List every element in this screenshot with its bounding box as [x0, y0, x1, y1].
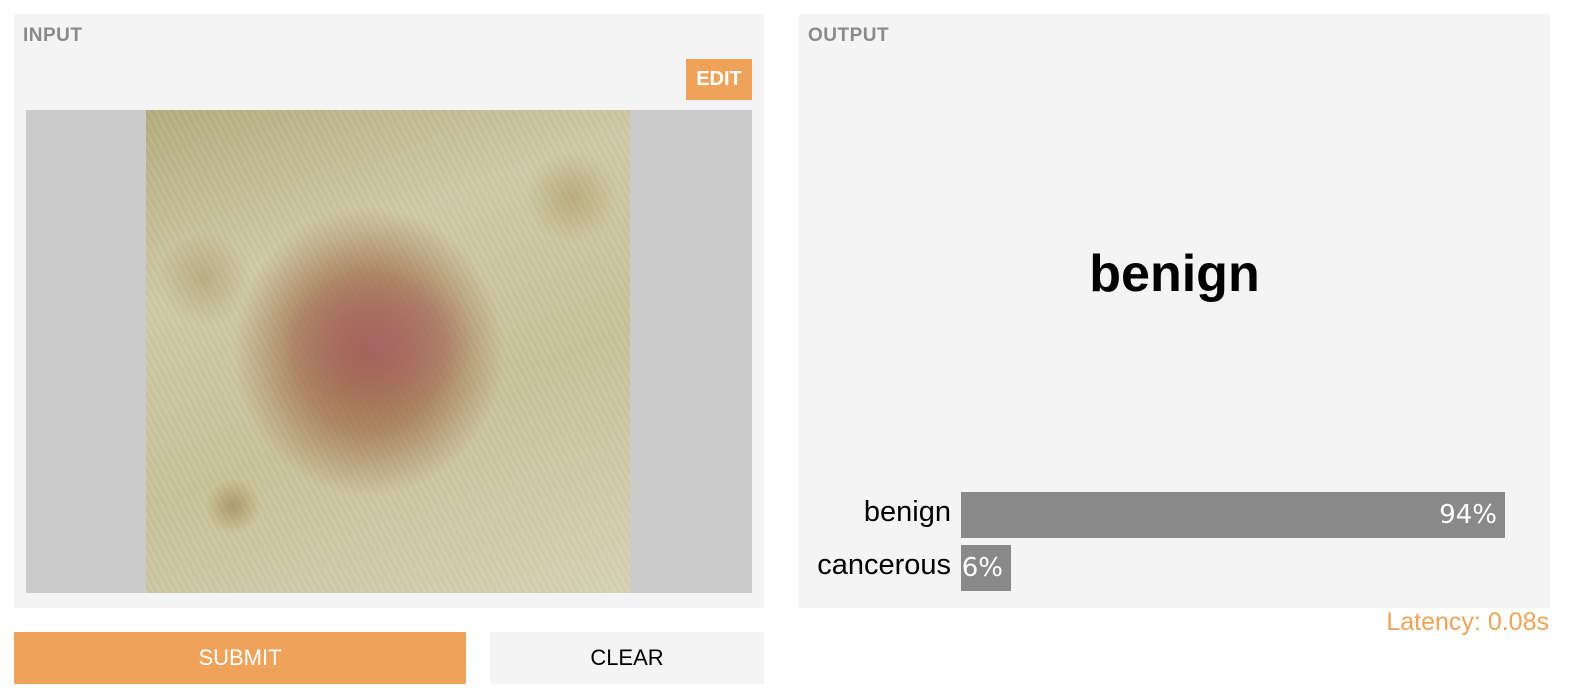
- input-panel-title: INPUT: [23, 25, 83, 46]
- confidence-label: benign: [863, 496, 951, 528]
- confidence-row-benign: benign 94%: [799, 492, 1550, 538]
- image-upload-area[interactable]: [26, 110, 752, 593]
- confidence-bar: 6%: [961, 545, 1011, 591]
- confidence-bar: 94%: [961, 492, 1505, 538]
- input-panel: INPUT EDIT: [14, 14, 764, 608]
- output-panel-title: OUTPUT: [808, 25, 890, 46]
- confidence-label: cancerous: [817, 549, 951, 581]
- latency-text: Latency: 0.08s: [1386, 608, 1549, 636]
- edit-button[interactable]: EDIT: [686, 59, 752, 100]
- output-panel: OUTPUT benign benign 94% cancerous 6%: [799, 14, 1550, 608]
- clear-button[interactable]: CLEAR: [490, 632, 764, 684]
- predicted-label: benign: [1089, 245, 1260, 303]
- skin-lesion-image: [146, 110, 630, 593]
- submit-button[interactable]: SUBMIT: [14, 632, 466, 684]
- confidence-row-cancerous: cancerous 6%: [799, 545, 1550, 591]
